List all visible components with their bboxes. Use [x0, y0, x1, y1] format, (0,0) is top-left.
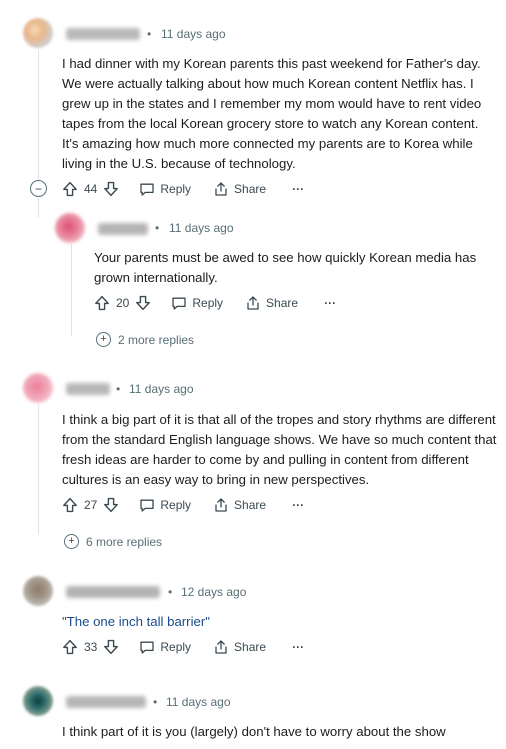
share-icon [213, 497, 229, 513]
vote-count: 27 [84, 498, 98, 512]
thread-line [38, 198, 39, 218]
plus-icon: + [96, 332, 111, 347]
vote-group: 20 [94, 295, 151, 311]
comment-body: I think part of it is you (largely) don'… [62, 724, 446, 739]
chat-icon [171, 295, 187, 311]
share-button[interactable]: Share [213, 181, 266, 197]
vote-group: 27 [62, 497, 119, 513]
comment-body: Your parents must be awed to see how qui… [94, 250, 477, 285]
chat-icon [139, 639, 155, 655]
thread-line [38, 405, 39, 535]
avatar[interactable] [23, 686, 53, 716]
upvote-icon[interactable] [94, 295, 110, 311]
separator-dot: • [116, 382, 121, 396]
chat-icon [139, 497, 155, 513]
vote-count: 20 [116, 296, 130, 310]
separator-dot: • [155, 221, 160, 235]
more-options-button[interactable]: ··· [292, 640, 304, 654]
separator-dot: • [147, 27, 152, 41]
comment-actions: 33 Reply Share ··· [62, 637, 304, 657]
username[interactable] [98, 223, 148, 235]
separator-dot: • [153, 695, 158, 709]
comment-actions: 27 Reply Share ··· [62, 495, 304, 515]
avatar[interactable] [23, 18, 53, 48]
timestamp: 11 days ago [169, 221, 234, 235]
share-button[interactable]: Share [213, 497, 266, 513]
username[interactable] [66, 586, 160, 598]
thread-line [71, 244, 72, 336]
timestamp: 11 days ago [166, 695, 231, 709]
more-options-button[interactable]: ··· [292, 498, 304, 512]
more-replies-label: 6 more replies [86, 534, 163, 549]
upvote-icon[interactable] [62, 497, 78, 513]
username[interactable] [66, 383, 110, 395]
avatar[interactable] [23, 373, 53, 403]
share-label: Share [234, 182, 267, 196]
more-replies-link[interactable]: + 6 more replies [64, 534, 162, 549]
reply-label: Reply [160, 498, 192, 512]
plus-icon: + [64, 534, 79, 549]
separator-dot: • [168, 585, 173, 599]
username[interactable] [66, 696, 146, 708]
reply-button[interactable]: Reply [139, 181, 191, 197]
share-label: Share [266, 296, 299, 310]
more-replies-label: 2 more replies [118, 332, 195, 347]
avatar[interactable] [23, 576, 53, 606]
downvote-icon[interactable] [103, 639, 119, 655]
thread-line [38, 50, 39, 180]
timestamp: 12 days ago [181, 585, 247, 599]
upvote-icon[interactable] [62, 181, 78, 197]
avatar[interactable] [55, 213, 85, 243]
share-label: Share [234, 498, 267, 512]
comment-body: I had dinner with my Korean parents this… [62, 56, 482, 171]
reply-button[interactable]: Reply [171, 295, 223, 311]
chat-icon [139, 181, 155, 197]
reply-label: Reply [192, 296, 224, 310]
vote-group: 33 [62, 639, 119, 655]
reply-label: Reply [160, 182, 192, 196]
vote-count: 44 [84, 182, 98, 196]
share-button[interactable]: Share [245, 295, 298, 311]
downvote-icon[interactable] [103, 497, 119, 513]
reply-button[interactable]: Reply [139, 639, 191, 655]
share-icon [245, 295, 261, 311]
share-label: Share [234, 640, 267, 654]
reply-button[interactable]: Reply [139, 497, 191, 513]
timestamp: 11 days ago [161, 27, 226, 41]
downvote-icon[interactable] [135, 295, 151, 311]
upvote-icon[interactable] [62, 639, 78, 655]
comment-body: I think a big part of it is that all of … [62, 412, 497, 487]
username[interactable] [66, 28, 140, 40]
more-replies-link[interactable]: + 2 more replies [96, 332, 194, 347]
comment-actions: 44 Reply Share ··· [62, 179, 304, 199]
timestamp: 11 days ago [129, 382, 194, 396]
share-button[interactable]: Share [213, 639, 266, 655]
reply-label: Reply [160, 640, 192, 654]
vote-count: 33 [84, 640, 98, 654]
vote-group: 44 [62, 181, 119, 197]
share-icon [213, 181, 229, 197]
more-options-button[interactable]: ··· [292, 182, 304, 196]
comment-body: "The one inch tall barrier" [62, 614, 210, 629]
comment-actions: 20 Reply Share ··· [94, 293, 336, 313]
more-options-button[interactable]: ··· [324, 296, 336, 310]
share-icon [213, 639, 229, 655]
downvote-icon[interactable] [103, 181, 119, 197]
collapse-thread-button[interactable]: − [30, 180, 47, 197]
